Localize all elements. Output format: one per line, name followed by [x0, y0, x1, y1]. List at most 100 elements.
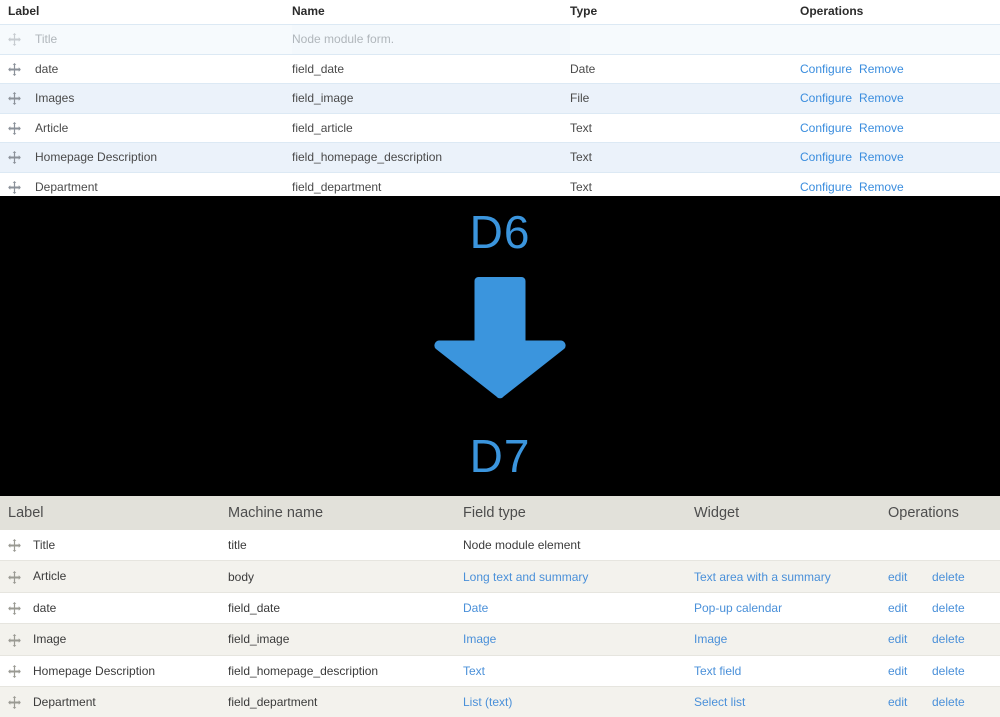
d7-cell-label: Department: [0, 685, 228, 717]
d7-cell-machine-name: field_date: [228, 591, 463, 624]
d7-cell-field-type: Date: [463, 591, 694, 624]
d6-cell-label: Homepage Description: [0, 142, 292, 173]
drag-handle-icon[interactable]: [8, 633, 21, 647]
d7-header-row: Label Machine name Field type Widget Ope…: [0, 496, 1000, 530]
configure-link[interactable]: Configure: [800, 62, 852, 76]
delete-link[interactable]: delete: [932, 570, 965, 584]
d7-cell-machine-name: body: [228, 560, 463, 593]
configure-link[interactable]: Configure: [800, 91, 852, 105]
widget-link[interactable]: Text field: [694, 664, 741, 678]
drag-handle-icon[interactable]: [8, 121, 21, 135]
table-row[interactable]: Article field_article Text Configure Remove: [0, 112, 1000, 143]
d6-cell-operations: Configure Remove: [800, 83, 1000, 114]
version-transition-banner: D6 D7: [0, 196, 1000, 496]
d7-cell-field-type: Node module element: [463, 530, 694, 561]
drag-handle-icon[interactable]: [8, 664, 21, 678]
d6-cell-type: [570, 24, 800, 55]
edit-link[interactable]: edit: [888, 632, 932, 646]
configure-link[interactable]: Configure: [800, 150, 852, 164]
drag-handle-icon[interactable]: [8, 539, 21, 553]
field-type-link[interactable]: List (text): [463, 695, 512, 709]
edit-link[interactable]: edit: [888, 695, 932, 709]
table-row[interactable]: Image field_image Image Image edit delete: [0, 623, 1000, 656]
d6-cell-label: Article: [0, 112, 292, 143]
drag-handle-icon[interactable]: [8, 696, 21, 710]
widget-link[interactable]: Select list: [694, 695, 745, 709]
d6-row-label: Images: [35, 91, 75, 106]
delete-link[interactable]: delete: [932, 601, 965, 615]
d6-cell-operations: Configure Remove: [800, 142, 1000, 173]
d7-field-table: Label Machine name Field type Widget Ope…: [0, 496, 1000, 717]
table-row[interactable]: Article body Long text and summary Text are…: [0, 560, 1000, 593]
d7-cell-widget: Select list: [694, 685, 888, 717]
remove-link[interactable]: Remove: [859, 150, 904, 164]
drag-handle-icon[interactable]: [8, 180, 21, 194]
edit-link[interactable]: edit: [888, 664, 932, 678]
table-row[interactable]: Homepage Description field_homepage_descr…: [0, 654, 1000, 687]
drag-handle-icon[interactable]: [8, 62, 21, 76]
d7-table-head: Label Machine name Field type Widget Ope…: [0, 496, 1000, 530]
banner-label-d7: D7: [469, 430, 531, 482]
d6-cell-type: Text: [570, 112, 800, 143]
d6-cell-name: field_homepage_description: [292, 142, 570, 173]
d7-cell-widget: Pop-up calendar: [694, 591, 888, 624]
d6-col-header-operations: Operations: [800, 0, 1000, 25]
d7-cell-machine-name: title: [228, 530, 463, 561]
d7-col-header-machine-name: Machine name: [228, 496, 463, 530]
remove-link[interactable]: Remove: [859, 91, 904, 105]
d6-col-header-name: Name: [292, 0, 570, 25]
d7-cell-machine-name: field_homepage_description: [228, 654, 463, 687]
d7-cell-widget: Image: [694, 623, 888, 656]
field-type-link[interactable]: Long text and summary: [463, 570, 588, 584]
d7-field-table-container: Label Machine name Field type Widget Ope…: [0, 496, 1000, 717]
d7-cell-label: Homepage Description: [0, 654, 228, 687]
field-type-link[interactable]: Text: [463, 664, 485, 678]
table-row[interactable]: date field_date Date Pop-up calendar edit del…: [0, 591, 1000, 624]
widget-link[interactable]: Text area with a summary: [694, 570, 831, 584]
d6-cell-operations: Configure Remove: [800, 53, 1000, 84]
d6-row-label: date: [35, 61, 59, 76]
drag-handle-icon[interactable]: [8, 33, 21, 47]
drag-handle-icon[interactable]: [8, 151, 21, 165]
d7-row-label: Department: [33, 694, 96, 709]
widget-link[interactable]: Pop-up calendar: [694, 601, 782, 615]
remove-link[interactable]: Remove: [859, 180, 904, 194]
widget-link[interactable]: Image: [694, 632, 727, 646]
configure-link[interactable]: Configure: [800, 121, 852, 135]
drag-handle-icon[interactable]: [8, 92, 21, 106]
table-row[interactable]: Images field_image File Configure Remove: [0, 83, 1000, 114]
d7-row-label: Image: [33, 632, 67, 647]
d7-cell-operations: edit delete: [888, 685, 1000, 717]
d6-col-header-type: Type: [570, 0, 800, 25]
table-row[interactable]: Title title Node module element: [0, 530, 1000, 561]
d6-cell-operations: [800, 24, 1000, 55]
edit-link[interactable]: edit: [888, 601, 932, 615]
d7-cell-label: Title: [0, 530, 228, 561]
remove-link[interactable]: Remove: [859, 121, 904, 135]
d7-col-header-field-type: Field type: [463, 496, 694, 530]
delete-link[interactable]: delete: [932, 632, 965, 646]
table-row[interactable]: date field_date Date Configure Remove: [0, 53, 1000, 84]
d6-field-table: Label Name Type Operations Title Node mod…: [0, 0, 1000, 202]
edit-link[interactable]: edit: [888, 570, 932, 584]
d7-cell-field-type: Image: [463, 623, 694, 656]
remove-link[interactable]: Remove: [859, 62, 904, 76]
d7-cell-label: Image: [0, 623, 228, 656]
d7-cell-widget: Text area with a summary: [694, 560, 888, 593]
drag-handle-icon[interactable]: [8, 570, 21, 584]
delete-link[interactable]: delete: [932, 695, 965, 709]
field-type-text: Node module element: [463, 538, 581, 553]
delete-link[interactable]: delete: [932, 664, 965, 678]
d7-cell-widget: [694, 530, 888, 561]
table-row[interactable]: Title Node module form.: [0, 24, 1000, 55]
d6-header-row: Label Name Type Operations: [0, 0, 1000, 25]
field-type-link[interactable]: Date: [463, 601, 488, 615]
field-type-link[interactable]: Image: [463, 632, 496, 646]
d7-row-label: date: [33, 600, 57, 615]
d7-col-header-operations: Operations: [888, 496, 1000, 530]
table-row[interactable]: Department field_department List (text) Sel…: [0, 685, 1000, 717]
configure-link[interactable]: Configure: [800, 180, 852, 194]
drag-handle-icon[interactable]: [8, 602, 21, 616]
table-row[interactable]: Homepage Description field_homepage_descr…: [0, 142, 1000, 173]
d7-cell-operations: edit delete: [888, 591, 1000, 624]
